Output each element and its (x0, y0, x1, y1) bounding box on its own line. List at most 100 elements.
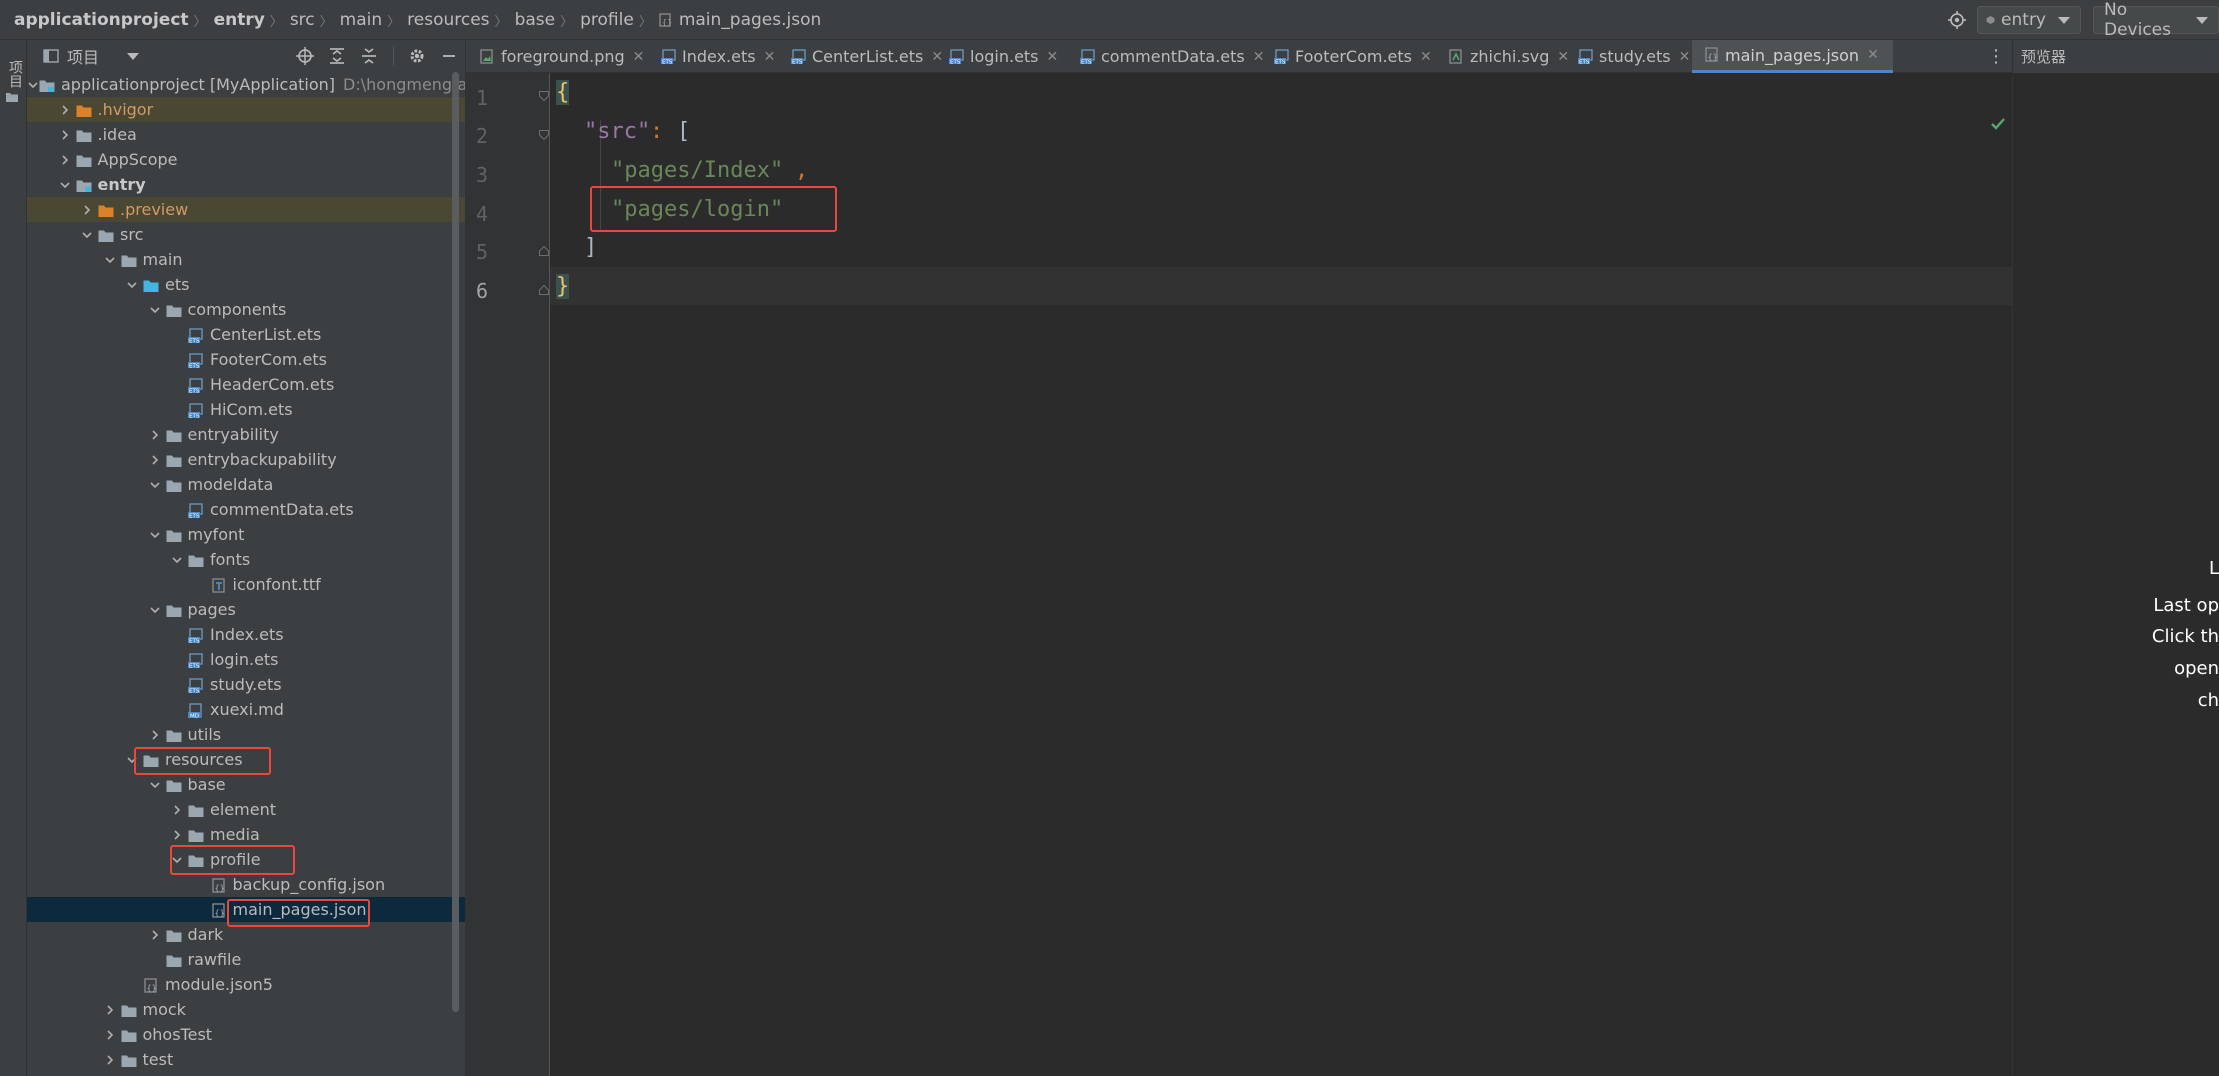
breadcrumb-item-entry[interactable]: entry (214, 10, 265, 30)
expand-all-icon[interactable] (321, 40, 353, 72)
breadcrumb-item-project[interactable]: applicationproject (14, 10, 189, 30)
breadcrumb-item-resources[interactable]: resources (407, 10, 489, 30)
tree-item[interactable]: ETS study.ets (27, 672, 465, 697)
close-icon[interactable]: ✕ (764, 49, 776, 65)
chevron-down-icon[interactable] (76, 222, 98, 247)
chevron-right-icon[interactable] (99, 997, 121, 1022)
fold-close-icon[interactable] (539, 285, 549, 295)
tree-item[interactable]: entrybackupability (27, 447, 465, 472)
tree-item[interactable]: components (27, 297, 465, 322)
project-panel-title[interactable]: 项目 (67, 44, 99, 68)
chevron-down-icon[interactable] (27, 72, 39, 97)
chevron-down-icon[interactable] (99, 247, 121, 272)
editor-tab[interactable]: ETS FooterCom.ets ✕ (1274, 40, 1432, 73)
project-tool-window-tab[interactable]: 项目 (3, 48, 23, 138)
gear-icon[interactable] (401, 40, 433, 72)
breadcrumb-item-src[interactable]: src (290, 10, 315, 30)
chevron-down-icon[interactable] (121, 272, 143, 297)
target-icon[interactable] (1937, 0, 1977, 40)
project-scrollbar[interactable] (452, 72, 459, 1012)
tree-item[interactable]: {} module.json5 (27, 972, 465, 997)
tree-item[interactable]: pages (27, 597, 465, 622)
collapse-all-icon[interactable] (353, 40, 385, 72)
chevron-right-icon[interactable] (166, 822, 188, 847)
chevron-right-icon[interactable] (144, 447, 166, 472)
chevron-right-icon[interactable] (54, 147, 76, 172)
close-icon[interactable]: ✕ (1679, 49, 1691, 65)
tree-item[interactable]: AppScope (27, 147, 465, 172)
tree-item[interactable]: entry (27, 172, 465, 197)
editor-tab[interactable]: ETS login.ets ✕ (949, 40, 1058, 73)
tree-item[interactable]: .hvigor (27, 97, 465, 122)
tree-item[interactable]: src (27, 222, 465, 247)
close-icon[interactable]: ✕ (1047, 49, 1059, 65)
chevron-right-icon[interactable] (76, 197, 98, 222)
close-icon[interactable]: ✕ (1867, 47, 1879, 63)
chevron-right-icon[interactable] (166, 797, 188, 822)
fold-close-icon[interactable] (539, 246, 549, 256)
close-icon[interactable]: ✕ (633, 49, 645, 65)
tree-item[interactable]: ETS commentData.ets (27, 497, 465, 522)
tree-item[interactable]: iconfont.ttf (27, 572, 465, 597)
tree-item[interactable]: ETS HiCom.ets (27, 397, 465, 422)
chevron-down-icon[interactable] (144, 297, 166, 322)
breadcrumb-item-base[interactable]: base (515, 10, 556, 30)
tree-item[interactable]: mock (27, 997, 465, 1022)
check-icon[interactable] (1990, 117, 2006, 131)
device-select[interactable]: No Devices (2093, 0, 2219, 40)
tree-item[interactable]: ETS Index.ets (27, 622, 465, 647)
chevron-down-icon[interactable] (144, 472, 166, 497)
tree-item[interactable]: .preview (27, 197, 465, 222)
locate-file-icon[interactable] (289, 40, 321, 72)
tree-item[interactable]: media (27, 822, 465, 847)
tree-item[interactable]: applicationproject [MyApplication] D:\hon… (27, 72, 465, 97)
tree-item[interactable]: element (27, 797, 465, 822)
chevron-down-icon[interactable] (144, 522, 166, 547)
tree-item[interactable]: ets (27, 272, 465, 297)
tree-item[interactable]: main (27, 247, 465, 272)
tree-item[interactable]: fonts (27, 547, 465, 572)
minimize-icon[interactable] (433, 40, 465, 72)
editor-tab[interactable]: ETS CenterList.ets ✕ (791, 40, 943, 73)
tree-item[interactable]: ohosTest (27, 1022, 465, 1047)
tree-item[interactable]: modeldata (27, 472, 465, 497)
tree-item[interactable]: ETS HeaderCom.ets (27, 372, 465, 397)
tree-item[interactable]: entryability (27, 422, 465, 447)
close-icon[interactable]: ✕ (931, 49, 943, 65)
chevron-right-icon[interactable] (54, 97, 76, 122)
tree-item[interactable]: {} backup_config.json (27, 872, 465, 897)
tree-item[interactable]: .idea (27, 122, 465, 147)
chevron-right-icon[interactable] (54, 122, 76, 147)
tree-item[interactable]: ETS FooterCom.ets (27, 347, 465, 372)
chevron-right-icon[interactable] (144, 422, 166, 447)
chevron-down-icon[interactable] (54, 172, 76, 197)
tree-item[interactable]: myfont (27, 522, 465, 547)
module-select[interactable]: entry (1977, 6, 2081, 34)
editor-tab[interactable]: ETS study.ets ✕ (1578, 40, 1690, 73)
tree-item[interactable]: base (27, 772, 465, 797)
close-icon[interactable]: ✕ (1253, 49, 1265, 65)
breadcrumb-item-main[interactable]: main (340, 10, 382, 30)
editor-tab[interactable]: zhichi.svg ✕ (1449, 40, 1569, 73)
breadcrumb-item-profile[interactable]: profile (580, 10, 634, 30)
breadcrumb-item-file[interactable]: main_pages.json (679, 10, 821, 30)
editor-tab[interactable]: {} main_pages.json ✕ (1692, 40, 1893, 73)
tree-item[interactable]: test (27, 1047, 465, 1072)
chevron-right-icon[interactable] (99, 1047, 121, 1072)
tree-item[interactable]: ETS login.ets (27, 647, 465, 672)
tree-item[interactable]: MD xuexi.md (27, 697, 465, 722)
editor-tab[interactable]: ETS Index.ets ✕ (661, 40, 775, 73)
chevron-right-icon[interactable] (144, 922, 166, 947)
more-tabs-icon[interactable]: ⋮ (1984, 40, 2008, 73)
chevron-down-icon[interactable] (166, 547, 188, 572)
editor-tab[interactable]: ETS commentData.ets ✕ (1080, 40, 1265, 73)
close-icon[interactable]: ✕ (1557, 49, 1569, 65)
chevron-right-icon[interactable] (144, 722, 166, 747)
fold-open-icon[interactable] (539, 130, 549, 140)
chevron-down-icon[interactable] (144, 772, 166, 797)
chevron-down-icon[interactable] (127, 52, 140, 60)
chevron-right-icon[interactable] (99, 1022, 121, 1047)
close-icon[interactable]: ✕ (1420, 49, 1432, 65)
tree-item[interactable]: utils (27, 722, 465, 747)
tree-item[interactable]: rawfile (27, 947, 465, 972)
